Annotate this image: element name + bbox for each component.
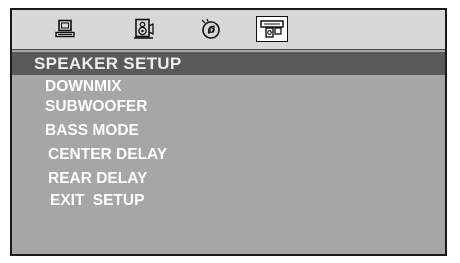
- menu-item-rear-delay[interactable]: REAR DELAY: [48, 169, 147, 189]
- menu-item-subwoofer[interactable]: SUBWOOFER: [45, 97, 147, 117]
- menu-item-bass-mode[interactable]: BASS MODE: [45, 121, 139, 141]
- menu-item-exit-setup[interactable]: EXIT SETUP: [50, 191, 144, 211]
- setup-menu-screen: SPEAKER SETUP DOWNMIX SUBWOOFER BASS MOD…: [10, 8, 447, 256]
- speaker-icon: [134, 18, 154, 39]
- tab-audio-setup[interactable]: [129, 16, 159, 42]
- setup-tab-bar: [12, 10, 445, 50]
- tab-dolby-setup[interactable]: [196, 16, 226, 42]
- menu-item-downmix[interactable]: DOWNMIX: [45, 77, 122, 97]
- disc-audio-icon: [201, 18, 220, 39]
- tab-general-setup[interactable]: [50, 16, 80, 42]
- tab-speaker-setup[interactable]: [256, 16, 288, 42]
- menu-title-bar: SPEAKER SETUP: [12, 52, 445, 75]
- menu-item-center-delay[interactable]: CENTER DELAY: [48, 145, 167, 165]
- speaker-setup-icon: [260, 20, 284, 38]
- monitor-icon: [55, 19, 75, 38]
- page-title: SPEAKER SETUP: [34, 54, 182, 73]
